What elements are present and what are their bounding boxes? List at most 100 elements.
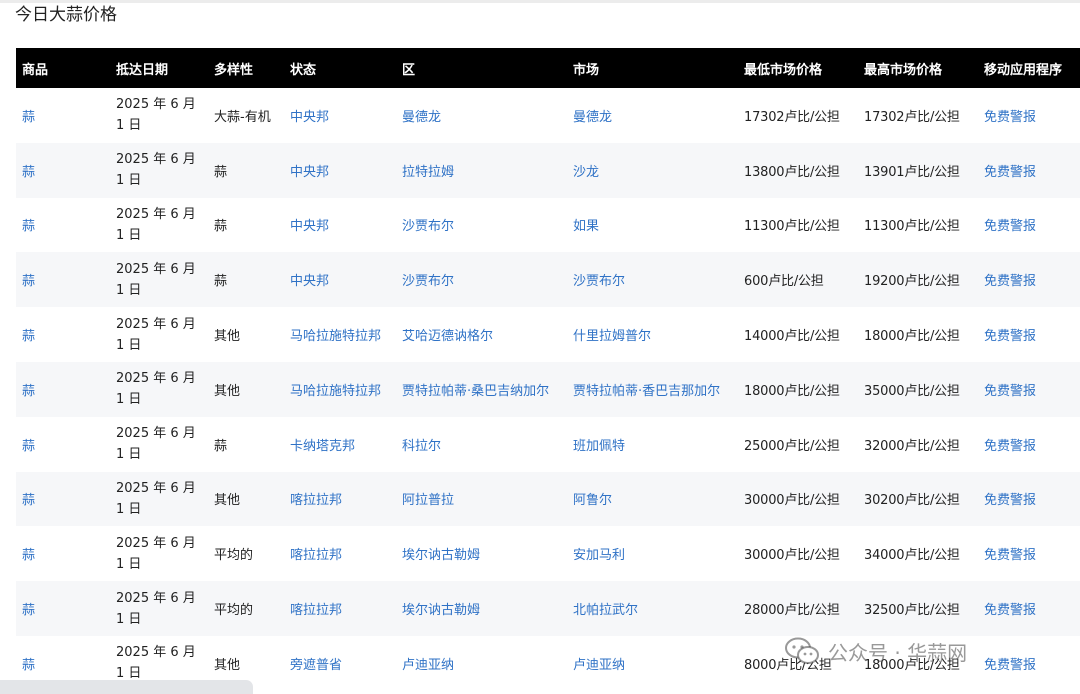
- cell-commodity[interactable]: 蒜: [16, 472, 110, 527]
- cell-district[interactable]: 艾哈迈德讷格尔: [396, 307, 567, 362]
- cell-max-price: 11300卢比/公担: [864, 219, 960, 235]
- cell-district[interactable]: 贾特拉帕蒂·桑巴吉纳加尔: [396, 362, 567, 417]
- cell-min-price: 18000卢比/公担: [744, 383, 840, 399]
- cell-min-price: 13800卢比/公担: [744, 164, 840, 180]
- cell-min-price: 8000卢比/公担: [744, 657, 832, 673]
- header-district[interactable]: 区: [396, 48, 567, 88]
- cell-market[interactable]: 沙贾布尔: [567, 252, 738, 307]
- cell-district[interactable]: 埃尔讷古勒姆: [396, 581, 567, 636]
- cell-free-alert-link[interactable]: 免费警报: [978, 143, 1080, 198]
- cell-max-price: 32000卢比/公担: [864, 438, 960, 454]
- cell-variety: 蒜: [214, 274, 228, 290]
- cell-market[interactable]: 贾特拉帕蒂·香巴吉那加尔: [567, 362, 738, 417]
- cell-state[interactable]: 旁遮普省: [284, 636, 396, 691]
- cell-variety: 其他: [214, 329, 241, 345]
- cell-state[interactable]: 喀拉拉邦: [284, 472, 396, 527]
- table-row: 蒜 2025 年 6 月 1 日 平均的 喀拉拉邦 埃尔讷古勒姆 北帕拉武尔 28000卢比…: [16, 581, 1080, 636]
- cell-commodity[interactable]: 蒜: [16, 198, 110, 253]
- cell-commodity[interactable]: 蒜: [16, 88, 110, 143]
- cell-variety: 大蒜-有机: [214, 109, 271, 125]
- header-arrival-date[interactable]: 抵达日期: [110, 48, 208, 88]
- cell-variety: 蒜: [214, 438, 228, 454]
- header-commodity[interactable]: 商品: [16, 48, 110, 88]
- cell-district[interactable]: 沙贾布尔: [396, 252, 567, 307]
- cell-arrival-date: 2025 年 6 月 1 日: [116, 590, 196, 627]
- cell-state[interactable]: 喀拉拉邦: [284, 581, 396, 636]
- cell-state[interactable]: 马哈拉施特拉邦: [284, 362, 396, 417]
- cell-commodity[interactable]: 蒜: [16, 143, 110, 198]
- cell-market[interactable]: 北帕拉武尔: [567, 581, 738, 636]
- cell-min-price: 30000卢比/公担: [744, 493, 840, 509]
- cell-commodity[interactable]: 蒜: [16, 581, 110, 636]
- cell-market[interactable]: 如果: [567, 198, 738, 253]
- cell-market[interactable]: 安加马利: [567, 526, 738, 581]
- cell-free-alert-link[interactable]: 免费警报: [978, 472, 1080, 527]
- table-row: 蒜 2025 年 6 月 1 日蒜中央邦 拉特拉姆 沙龙 13800卢比/公担 13901…: [16, 142, 1080, 198]
- cell-district[interactable]: 沙贾布尔: [396, 198, 567, 253]
- cell-free-alert-link[interactable]: 免费警报: [978, 636, 1080, 691]
- cell-state[interactable]: 中央邦: [284, 88, 396, 143]
- cell-variety: 蒜: [214, 219, 228, 235]
- cell-commodity[interactable]: 蒜: [16, 526, 110, 581]
- cell-commodity[interactable]: 蒜: [16, 362, 110, 417]
- cell-commodity[interactable]: 蒜: [16, 307, 110, 362]
- cell-market[interactable]: 卢迪亚纳: [567, 636, 738, 691]
- header-min-price[interactable]: 最低市场价格: [738, 48, 858, 88]
- cell-district[interactable]: 卢迪亚纳: [396, 636, 567, 691]
- cell-free-alert-link[interactable]: 免费警报: [978, 417, 1080, 472]
- cell-free-alert-link[interactable]: 免费警报: [978, 88, 1080, 143]
- top-border: [0, 0, 1080, 3]
- cell-variety: 其他: [214, 493, 241, 509]
- header-market[interactable]: 市场: [567, 48, 738, 88]
- cell-free-alert-link[interactable]: 免费警报: [978, 526, 1080, 581]
- cell-free-alert-link[interactable]: 免费警报: [978, 252, 1080, 307]
- cell-variety: 平均的: [214, 548, 254, 564]
- table-row: 蒜 2025 年 6 月 1 日蒜中央邦 沙贾布尔 沙贾布尔 600卢比/公担 19200…: [16, 252, 1080, 308]
- cell-market[interactable]: 什里拉姆普尔: [567, 307, 738, 362]
- cell-free-alert-link[interactable]: 免费警报: [978, 307, 1080, 362]
- cell-min-price: 17302卢比/公担: [744, 109, 840, 125]
- cell-free-alert-link[interactable]: 免费警报: [978, 581, 1080, 636]
- price-table: 商品 抵达日期 多样性 状态 区 市场 最低市场价格 最高市场价格 移动应用程序…: [16, 48, 1080, 691]
- cell-commodity[interactable]: 蒜: [16, 252, 110, 307]
- cell-market[interactable]: 班加佩特: [567, 417, 738, 472]
- cell-state[interactable]: 中央邦: [284, 198, 396, 253]
- cell-district[interactable]: 拉特拉姆: [396, 143, 567, 198]
- cell-state[interactable]: 中央邦: [284, 143, 396, 198]
- page-title: 今日大蒜价格: [15, 5, 117, 25]
- cell-state[interactable]: 马哈拉施特拉邦: [284, 307, 396, 362]
- cell-district[interactable]: 阿拉普拉: [396, 472, 567, 527]
- cell-state[interactable]: 卡纳塔克邦: [284, 417, 396, 472]
- table-body: 蒜 2025 年 6 月 1 日大蒜-有机 中央邦 曼德龙 曼德龙 17302卢比/公担 1…: [16, 88, 1080, 691]
- cell-max-price: 32500卢比/公担: [864, 603, 960, 619]
- cell-free-alert-link[interactable]: 免费警报: [978, 198, 1080, 253]
- cell-state[interactable]: 喀拉拉邦: [284, 526, 396, 581]
- header-mobile-app[interactable]: 移动应用程序: [978, 48, 1080, 88]
- cell-arrival-date: 2025 年 6 月 1 日: [116, 261, 196, 298]
- cell-market[interactable]: 阿鲁尔: [567, 472, 738, 527]
- table-row: 蒜 2025 年 6 月 1 日 其他 马哈拉施特拉邦 艾哈迈德讷格尔 什里拉姆普尔 140…: [16, 307, 1080, 362]
- cell-market[interactable]: 沙龙: [567, 143, 738, 198]
- cell-arrival-date: 2025 年 6 月 1 日: [116, 206, 196, 243]
- cell-min-price: 11300卢比/公担: [744, 219, 840, 235]
- cell-min-price: 14000卢比/公担: [744, 329, 840, 345]
- table-row: 蒜 2025 年 6 月 1 日蒜中央邦 沙贾布尔 如果 11300卢比/公担 11300…: [16, 197, 1080, 253]
- cell-free-alert-link[interactable]: 免费警报: [978, 362, 1080, 417]
- header-state[interactable]: 状态: [284, 48, 396, 88]
- cell-commodity[interactable]: 蒜: [16, 417, 110, 472]
- cell-min-price: 28000卢比/公担: [744, 603, 840, 619]
- cell-district[interactable]: 埃尔讷古勒姆: [396, 526, 567, 581]
- horizontal-scrollbar[interactable]: [0, 680, 253, 694]
- cell-district[interactable]: 曼德龙: [396, 88, 567, 143]
- cell-max-price: 19200卢比/公担: [864, 274, 960, 290]
- table-row: 蒜 2025 年 6 月 1 日大蒜-有机 中央邦 曼德龙 曼德龙 17302卢比/公担 1…: [16, 88, 1080, 143]
- cell-state[interactable]: 中央邦: [284, 252, 396, 307]
- table-header-row: 商品 抵达日期 多样性 状态 区 市场 最低市场价格 最高市场价格 移动应用程序: [16, 48, 1080, 88]
- cell-arrival-date: 2025 年 6 月 1 日: [116, 97, 196, 134]
- table-row: 蒜 2025 年 6 月 1 日 平均的 喀拉拉邦 埃尔讷古勒姆 安加马利 30000卢比/…: [16, 526, 1080, 582]
- cell-district[interactable]: 科拉尔: [396, 417, 567, 472]
- cell-market[interactable]: 曼德龙: [567, 88, 738, 143]
- cell-max-price: 18000卢比/公担: [864, 329, 960, 345]
- header-variety[interactable]: 多样性: [208, 48, 284, 88]
- header-max-price[interactable]: 最高市场价格: [858, 48, 978, 88]
